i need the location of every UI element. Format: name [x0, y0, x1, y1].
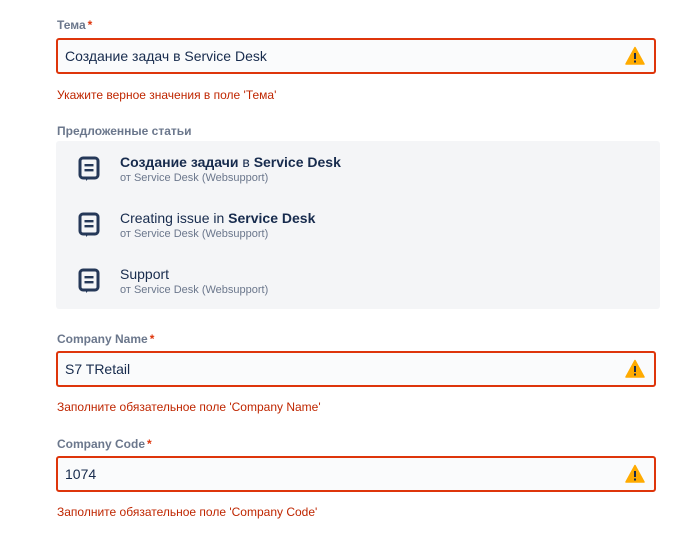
list-item[interactable]: Создание задачи в Service Desk от Servic…: [56, 141, 660, 197]
warning-icon: [625, 359, 645, 378]
topic-label: Тема *: [57, 18, 93, 32]
topic-error: Укажите верное значения в поле 'Тема': [57, 88, 277, 102]
suggested-articles-label: Предложенные статьи: [57, 124, 192, 138]
company-code-field[interactable]: [56, 456, 656, 492]
list-item[interactable]: Support от Service Desk (Websupport): [56, 253, 660, 309]
article-title: Support: [120, 266, 170, 282]
warning-icon: [625, 46, 645, 65]
company-code-error: Заполните обязательное поле 'Company Cod…: [57, 505, 318, 519]
article-icon: [78, 156, 100, 181]
company-code-label: Company Code *: [57, 437, 152, 451]
company-code-input[interactable]: [58, 457, 625, 491]
required-mark: *: [149, 332, 155, 346]
article-source: от Service Desk (Websupport): [120, 284, 269, 296]
article-title: Создание задачи в Service Desk: [120, 154, 341, 170]
article-source: от Service Desk (Websupport): [120, 228, 269, 240]
required-mark: *: [87, 18, 93, 32]
company-name-field[interactable]: [56, 351, 656, 387]
warning-icon: [625, 464, 645, 483]
topic-field[interactable]: [56, 38, 656, 74]
article-icon: [78, 268, 100, 293]
article-title: Creating issue in Service Desk: [120, 210, 316, 226]
company-name-error: Заполните обязательное поле 'Company Nam…: [57, 400, 321, 414]
company-name-label: Company Name *: [57, 332, 155, 346]
article-source: от Service Desk (Websupport): [120, 172, 269, 184]
topic-input[interactable]: [58, 39, 625, 73]
list-item[interactable]: Creating issue in Service Desk от Servic…: [56, 197, 660, 253]
article-icon: [78, 212, 100, 237]
company-name-input[interactable]: [58, 352, 625, 386]
required-mark: *: [147, 437, 152, 451]
suggested-articles-list: Создание задачи в Service Desk от Servic…: [56, 141, 660, 309]
